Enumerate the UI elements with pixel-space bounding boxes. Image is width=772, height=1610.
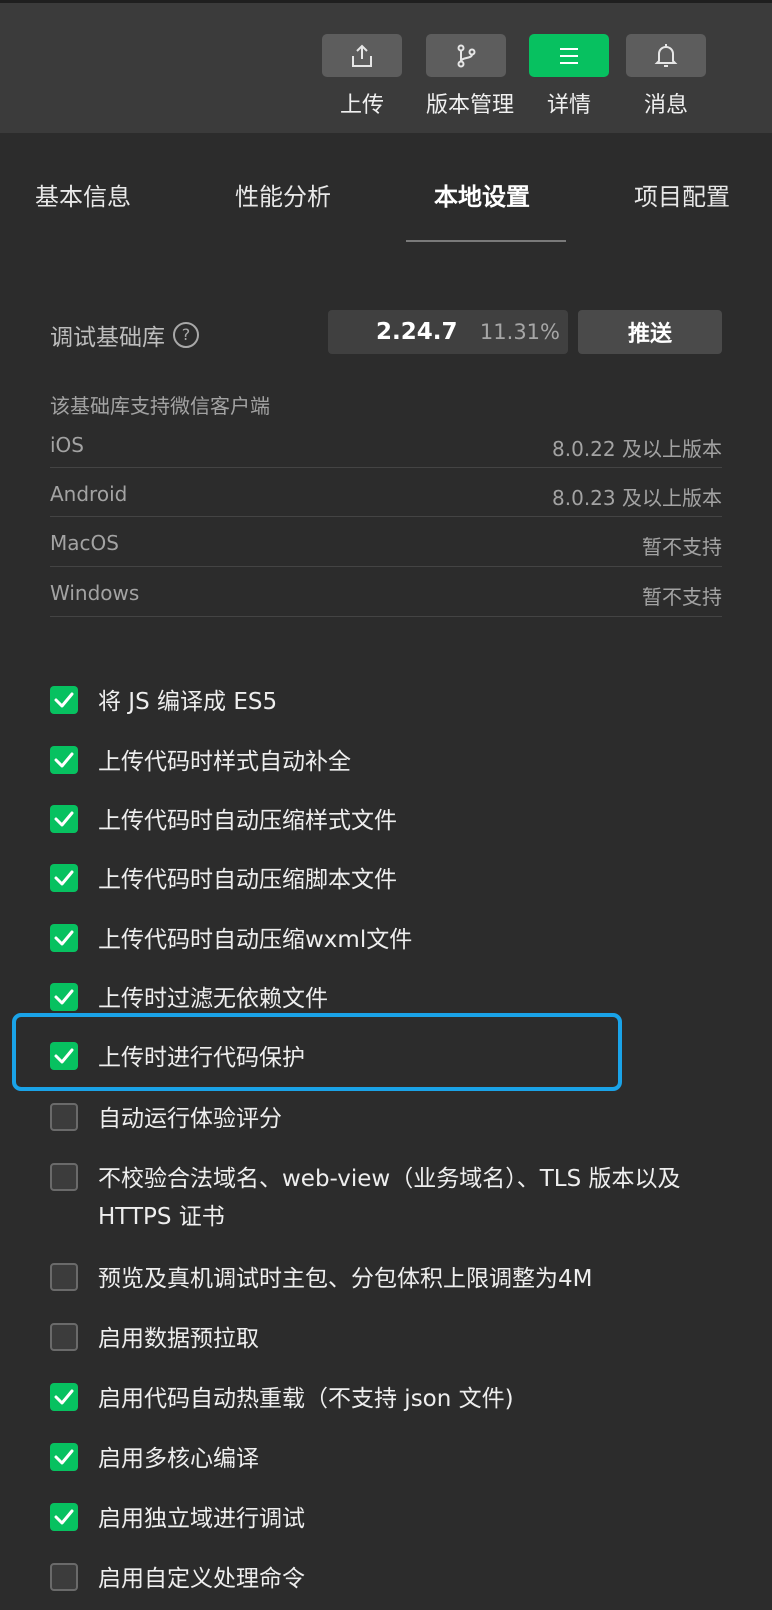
messages-button[interactable]: 消息	[626, 34, 706, 145]
check-icon	[54, 811, 74, 827]
option-checkbox[interactable]	[50, 924, 78, 952]
option-label: 预览及真机调试时主包、分包体积上限调整为4M	[98, 1266, 593, 1292]
check-icon	[54, 930, 74, 946]
tab-local-settings[interactable]: 本地设置	[434, 177, 530, 212]
active-tab-indicator	[406, 240, 566, 242]
option-label: 启用数据预拉取	[98, 1326, 259, 1352]
highlight-box	[12, 1013, 622, 1091]
version-manage-label: 版本管理	[426, 93, 515, 118]
option-checkbox[interactable]	[50, 1503, 78, 1531]
option-checkbox[interactable]	[50, 1383, 78, 1411]
check-icon	[54, 1509, 74, 1525]
support-row-macos: MacOS 暂不支持	[50, 531, 722, 581]
tab-project-config[interactable]: 项目配置	[634, 177, 730, 212]
support-row-ios: iOS 8.0.22 及以上版本	[50, 433, 722, 483]
support-version: 暂不支持	[642, 585, 722, 609]
option-checkbox[interactable]	[50, 1323, 78, 1351]
support-row-windows: Windows 暂不支持	[50, 581, 722, 631]
option-label: 启用多核心编译	[98, 1446, 259, 1472]
option-checkbox[interactable]	[50, 1263, 78, 1291]
support-os: iOS	[50, 433, 84, 457]
option-label: 将 JS 编译成 ES5	[98, 689, 278, 715]
check-icon	[54, 1389, 74, 1405]
support-title: 该基础库支持微信客户端	[50, 394, 270, 418]
upload-button[interactable]: 上传	[322, 34, 402, 145]
support-os: Windows	[50, 581, 140, 605]
support-version: 8.0.22 及以上版本	[552, 437, 722, 461]
option-label: 上传代码时样式自动补全	[98, 749, 351, 775]
branch-icon	[453, 43, 479, 69]
menu-icon	[557, 45, 581, 67]
option-checkbox[interactable]	[50, 805, 78, 833]
option-checkbox[interactable]	[50, 1103, 78, 1131]
check-icon	[54, 1449, 74, 1465]
option-checkbox[interactable]	[50, 686, 78, 714]
tab-bar: 基本信息 性能分析 本地设置 项目配置	[0, 133, 772, 243]
details-label: 详情	[546, 93, 591, 118]
support-row-android: Android 8.0.23 及以上版本	[50, 482, 722, 532]
bell-icon	[654, 43, 678, 69]
option-checkbox[interactable]	[50, 1563, 78, 1591]
option-checkbox[interactable]	[50, 983, 78, 1011]
option-label: 上传代码时自动压缩脚本文件	[98, 867, 397, 893]
support-os: MacOS	[50, 531, 119, 555]
tab-basic-info[interactable]: 基本信息	[35, 177, 131, 212]
upload-label: 上传	[339, 93, 384, 118]
base-lib-usage-percent: 11.31%	[479, 320, 560, 344]
divider	[50, 566, 722, 567]
option-checkbox[interactable]	[50, 1443, 78, 1471]
option-label: 上传代码时自动压缩wxml文件	[98, 927, 413, 953]
check-icon	[54, 989, 74, 1005]
option-label: 上传代码时自动压缩样式文件	[98, 808, 397, 834]
local-settings-panel: 上传 版本管理 详情 消息 基本信息 性能分析 本地设置 项目配置 调试基础库 …	[0, 0, 772, 1610]
push-button[interactable]: 推送	[578, 310, 722, 354]
option-label: 启用自定义处理命令	[98, 1566, 305, 1592]
debug-base-lib-text: 调试基础库	[50, 325, 165, 351]
check-icon	[54, 692, 74, 708]
support-version: 暂不支持	[642, 535, 722, 559]
base-lib-version-select[interactable]: 2.24.7 11.31%	[328, 310, 568, 354]
option-label: 自动运行体验评分	[98, 1106, 282, 1132]
divider	[50, 616, 722, 617]
option-checkbox[interactable]	[50, 864, 78, 892]
divider	[50, 467, 722, 468]
option-label: 启用独立域进行调试	[98, 1506, 305, 1532]
version-manage-button[interactable]: 版本管理	[426, 34, 515, 145]
option-label: 不校验合法域名、web-view（业务域名）、TLS 版本以及 HTTPS 证书	[98, 1166, 681, 1230]
help-icon[interactable]: ?	[173, 322, 199, 348]
option-checkbox[interactable]	[50, 746, 78, 774]
divider	[50, 516, 722, 517]
support-version: 8.0.23 及以上版本	[552, 486, 722, 510]
upload-icon	[349, 43, 375, 69]
check-icon	[54, 752, 74, 768]
base-lib-version: 2.24.7	[376, 319, 458, 345]
messages-label: 消息	[643, 93, 688, 118]
option-label: 启用代码自动热重载（不支持 json 文件)	[98, 1386, 514, 1412]
support-os: Android	[50, 482, 128, 506]
toolbar: 上传 版本管理 详情 消息	[0, 0, 772, 133]
debug-base-lib-label: 调试基础库 ?	[50, 318, 199, 352]
details-button[interactable]: 详情	[529, 34, 609, 145]
check-icon	[54, 870, 74, 886]
option-checkbox[interactable]	[50, 1163, 78, 1191]
tab-performance[interactable]: 性能分析	[235, 177, 331, 212]
